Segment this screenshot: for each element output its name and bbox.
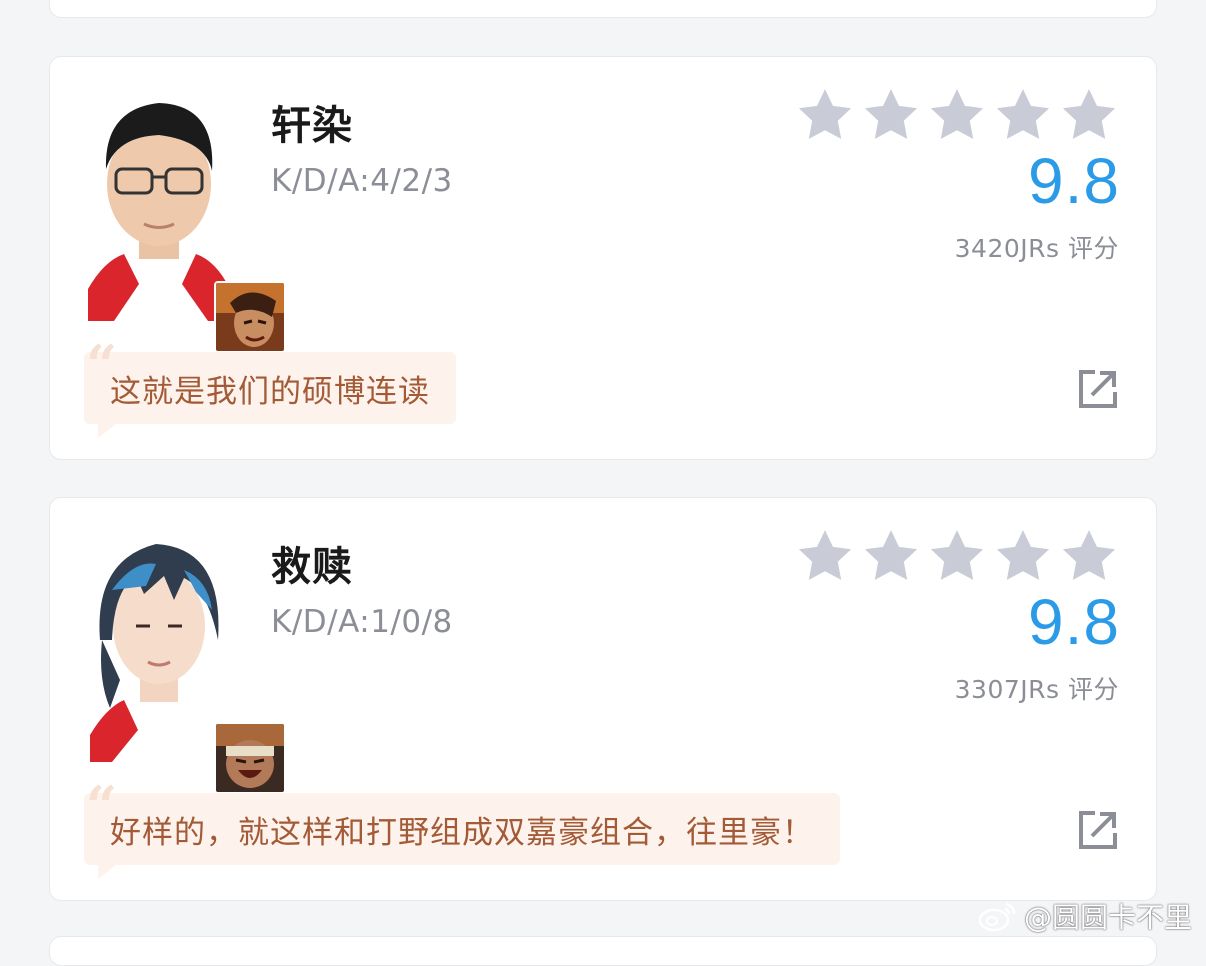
star-icon: [1062, 89, 1116, 139]
weibo-icon: [978, 902, 1016, 932]
star-icon: [996, 530, 1050, 580]
player-rating-card[interactable]: 救赎 K/D/A:1/0/8 9.8 3307JRs 评分 “ 好样的，就这样和…: [49, 497, 1157, 901]
share-external-icon[interactable]: [1078, 369, 1118, 409]
player-name: 轩染: [271, 103, 353, 149]
previous-player-card: [49, 0, 1157, 18]
rater-count: 3420JRs 评分: [954, 234, 1119, 263]
top-comment[interactable]: “ 好样的，就这样和打野组成双嘉豪组合，往里豪！: [84, 779, 840, 879]
star-icon: [1062, 530, 1116, 580]
top-comment[interactable]: “ 这就是我们的硕博连读: [84, 338, 456, 438]
player-photo: [88, 103, 230, 321]
kda-stat: K/D/A:4/2/3: [271, 163, 453, 199]
hero-icon: [214, 722, 286, 794]
rater-count: 3307JRs 评分: [954, 675, 1119, 704]
watermark: @圆圆卡不里: [978, 896, 1192, 936]
player-avatar: [84, 89, 286, 353]
star-icon: [798, 530, 852, 580]
player-name: 救赎: [271, 544, 353, 590]
player-avatar: [84, 530, 286, 794]
rating-score: 9.8: [1028, 145, 1120, 217]
comment-text: 好样的，就这样和打野组成双嘉豪组合，往里豪！: [110, 814, 814, 851]
comment-tail: [98, 424, 116, 438]
share-external-icon[interactable]: [1078, 810, 1118, 850]
star-icon: [798, 89, 852, 139]
star-icon: [864, 530, 918, 580]
rating-score: 9.8: [1028, 586, 1120, 658]
comment-tail: [98, 865, 116, 879]
star-icon: [996, 89, 1050, 139]
star-icon: [864, 89, 918, 139]
hero-icon: [214, 281, 286, 353]
star-icon: [930, 89, 984, 139]
watermark-text: @圆圆卡不里: [1023, 901, 1192, 934]
player-rating-card[interactable]: 轩染 K/D/A:4/2/3 9.8 3420JRs 评分 “ 这就是我们的硕博…: [49, 56, 1157, 460]
kda-stat: K/D/A:1/0/8: [271, 604, 453, 640]
star-rating: [796, 87, 1118, 143]
comment-text: 这就是我们的硕博连读: [110, 373, 430, 410]
star-icon: [930, 530, 984, 580]
next-player-card: [49, 936, 1157, 966]
player-photo: [90, 544, 228, 762]
star-rating: [796, 528, 1118, 584]
